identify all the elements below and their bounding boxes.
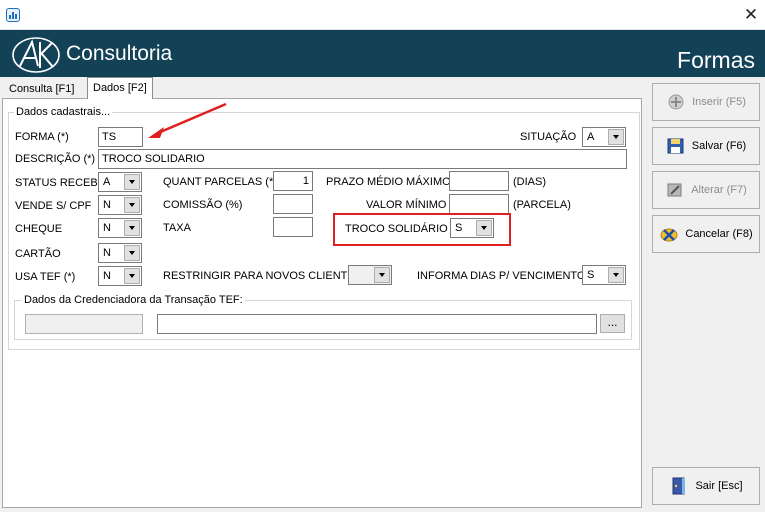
situacao-label: SITUAÇÃO	[520, 131, 577, 143]
chevron-down-icon[interactable]	[608, 267, 624, 283]
inserir-label: Inserir (F5)	[692, 96, 746, 108]
informa-dias-label: INFORMA DIAS P/ VENCIMENTO	[417, 270, 586, 282]
taxa-label: TAXA	[163, 222, 191, 234]
usa-tef-select[interactable]: N	[98, 266, 142, 286]
cancel-icon	[659, 224, 679, 244]
alterar-button[interactable]: Alterar (F7)	[652, 171, 760, 209]
tab-dados[interactable]: Dados [F2]	[87, 77, 153, 99]
informa-dias-select[interactable]: S	[582, 265, 626, 285]
chevron-down-icon[interactable]	[374, 267, 390, 283]
salvar-label: Salvar (F6)	[691, 140, 747, 152]
chevron-down-icon[interactable]	[124, 268, 140, 284]
cartao-value: N	[103, 247, 111, 259]
chevron-down-icon[interactable]	[124, 197, 140, 213]
cheque-value: N	[103, 222, 111, 234]
restringir-select[interactable]	[348, 265, 392, 285]
comissao-label: COMISSÃO (%)	[163, 199, 243, 211]
situacao-value: A	[587, 131, 595, 143]
page-title: Formas	[677, 47, 755, 73]
company-logo	[12, 37, 60, 73]
descricao-input[interactable]: TROCO SOLIDARIO	[98, 149, 627, 169]
group-title: Dados cadastrais...	[14, 106, 113, 118]
close-icon[interactable]: ✕	[738, 4, 764, 26]
sair-label: Sair [Esc]	[695, 480, 743, 492]
alterar-label: Alterar (F7)	[691, 184, 747, 196]
prazo-medio-suffix: (DIAS)	[513, 176, 546, 188]
exit-door-icon	[669, 476, 689, 496]
usa-tef-label: USA TEF (*)	[15, 271, 76, 283]
chevron-down-icon[interactable]	[608, 129, 624, 145]
cancelar-label: Cancelar (F8)	[685, 228, 753, 240]
status-receb-label: STATUS RECEB.	[15, 177, 101, 189]
vende-cpf-select[interactable]: N	[98, 195, 142, 215]
usa-tef-value: N	[103, 270, 111, 282]
status-receb-select[interactable]: A	[98, 172, 142, 192]
cancelar-button[interactable]: Cancelar (F8)	[652, 215, 760, 253]
situacao-select[interactable]: A	[582, 127, 626, 147]
tef-name-input[interactable]	[157, 314, 597, 334]
vende-cpf-value: N	[103, 199, 111, 211]
cartao-label: CARTÃO	[15, 248, 61, 260]
brand-name: Consultoria	[66, 42, 173, 65]
highlight-box-troco-solidario	[333, 213, 511, 246]
group-tef-title: Dados da Credenciadora da Transação TEF:	[22, 294, 245, 306]
descricao-label: DESCRIÇÃO (*)	[15, 153, 96, 165]
edit-icon	[665, 180, 685, 200]
chevron-down-icon[interactable]	[124, 174, 140, 190]
sair-button[interactable]: Sair [Esc]	[652, 467, 760, 505]
insert-icon	[666, 92, 686, 112]
chevron-down-icon[interactable]	[124, 220, 140, 236]
tef-code-input[interactable]	[25, 314, 143, 334]
window-title-bar	[0, 0, 765, 30]
app-chart-icon	[6, 8, 20, 22]
annotation-arrow	[148, 102, 227, 138]
salvar-button[interactable]: Salvar (F6)	[652, 127, 760, 165]
restringir-label: RESTRINGIR PARA NOVOS CLIENTES	[163, 270, 363, 282]
cheque-label: CHEQUE	[15, 223, 63, 235]
quant-parcelas-input[interactable]: 1	[273, 171, 313, 191]
prazo-medio-label: PRAZO MÉDIO MÁXIMO	[326, 176, 451, 188]
quant-parcelas-label: QUANT PARCELAS (*)	[163, 176, 277, 188]
forma-label: FORMA (*)	[15, 131, 69, 143]
taxa-input[interactable]	[273, 217, 313, 237]
valor-minimo-suffix: (PARCELA)	[513, 199, 571, 211]
status-receb-value: A	[103, 176, 111, 188]
cheque-select[interactable]: N	[98, 218, 142, 238]
valor-minimo-label: VALOR MÍNIMO	[366, 199, 447, 211]
chevron-down-icon[interactable]	[124, 245, 140, 261]
tef-browse-button[interactable]: ...	[600, 314, 625, 333]
save-icon	[666, 136, 686, 156]
cartao-select[interactable]: N	[98, 243, 142, 263]
comissao-input[interactable]	[273, 194, 313, 214]
inserir-button[interactable]: Inserir (F5)	[652, 83, 760, 121]
informa-dias-value: S	[587, 269, 595, 281]
tab-consulta[interactable]: Consulta [F1]	[4, 79, 79, 101]
prazo-medio-input[interactable]	[449, 171, 509, 191]
forma-input[interactable]: TS	[98, 127, 143, 147]
vende-cpf-label: VENDE S/ CPF	[15, 200, 92, 212]
valor-minimo-input[interactable]	[449, 194, 509, 214]
